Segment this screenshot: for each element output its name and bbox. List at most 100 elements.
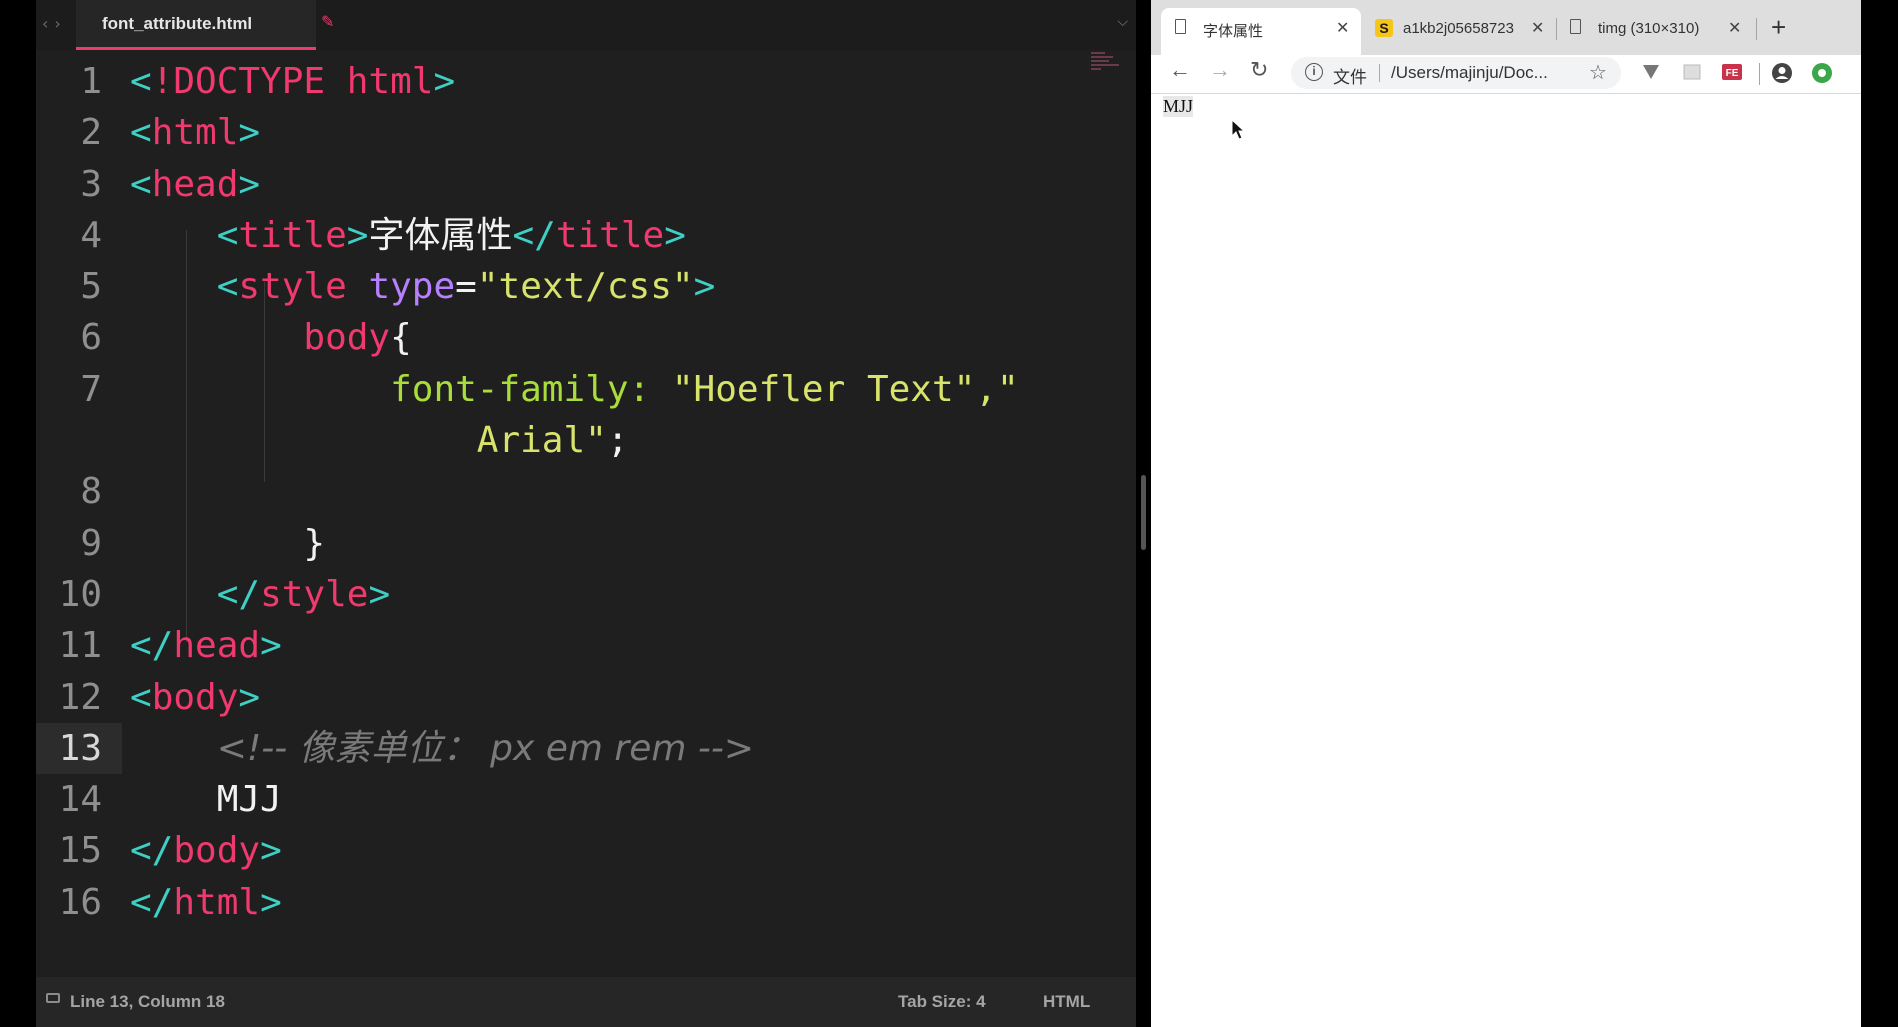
token-html: html xyxy=(151,112,239,154)
editor-tab-font-attribute[interactable]: font_attribute.html ✎ xyxy=(76,0,334,50)
info-icon[interactable]: i xyxy=(1305,63,1323,81)
extension-green-icon[interactable] xyxy=(1811,62,1833,84)
token-font-family-prop: font-family: xyxy=(390,368,651,410)
line-number: 14 xyxy=(58,779,102,821)
tab-nav-arrows-icon[interactable]: ‹› xyxy=(42,14,67,33)
token-title: title xyxy=(555,214,665,256)
code-line: 10 </style> xyxy=(36,569,1116,620)
code-line: 4 <title>字体属性</title> xyxy=(36,210,1116,261)
forward-arrow-icon[interactable]: → xyxy=(1209,57,1231,83)
line-number: 8 xyxy=(80,471,102,513)
code-line-current: 13 <!-- 像素单位： px em rem --> xyxy=(36,722,1116,775)
page-viewport: MJJ xyxy=(1151,94,1861,1027)
code-line: 2 <html> xyxy=(36,107,1116,158)
code-line: 1 <!DOCTYPE html> xyxy=(36,56,1116,107)
browser-tab-label: 字体属性 xyxy=(1203,22,1264,40)
token-style: style xyxy=(260,573,369,615)
code-line: 14 MJJ xyxy=(36,774,1116,825)
token-content: MJJ xyxy=(216,779,282,821)
fe-helper-icon[interactable]: FE xyxy=(1721,62,1743,82)
code-line: 3 <head> xyxy=(36,159,1116,210)
code-line: 6 body{ xyxy=(36,312,1116,363)
browser-tab-label: timg (310×310) xyxy=(1598,20,1700,37)
syntax-selector[interactable]: HTML xyxy=(1043,992,1090,1012)
address-bar[interactable]: i 文件 /Users/majinju/Doc... ☆ xyxy=(1291,57,1621,89)
mouse-cursor-icon xyxy=(1231,119,1246,140)
back-arrow-icon[interactable]: ← xyxy=(1169,57,1191,83)
page-body-text: MJJ xyxy=(1163,96,1194,117)
page-icon xyxy=(1175,19,1186,34)
token-title-text: 字体属性 xyxy=(368,214,513,256)
code-line: Arial"; xyxy=(476,420,629,462)
line-number: 4 xyxy=(80,214,102,256)
profile-avatar-icon[interactable] xyxy=(1771,62,1793,84)
line-number: 10 xyxy=(58,573,102,615)
code-area[interactable]: 1 <!DOCTYPE html> 2 <html> 3 <head> 4 <t… xyxy=(36,56,1116,928)
vue-devtools-icon[interactable] xyxy=(1641,62,1661,82)
line-number: 1 xyxy=(80,61,102,102)
code-line: 7 font-family: "Hoefler Text"," xyxy=(36,364,1116,415)
page-icon xyxy=(1570,19,1581,34)
svg-text:FE: FE xyxy=(1726,68,1739,79)
browser-tab[interactable]: S a1kb2j05658723 ✕ xyxy=(1361,8,1556,55)
status-bar: Line 13, Column 18 Tab Size: 4 HTML xyxy=(36,977,1136,1027)
line-number: 5 xyxy=(80,266,102,308)
modified-pencil-icon: ✎ xyxy=(321,12,335,31)
omnibox-divider xyxy=(1379,64,1380,82)
close-icon[interactable]: ✕ xyxy=(1531,18,1544,38)
token-style: style xyxy=(238,266,347,308)
token-head: head xyxy=(151,163,239,205)
code-line: 9 } xyxy=(36,518,1116,569)
close-icon[interactable]: ✕ xyxy=(1336,18,1349,38)
browser-tab[interactable]: timg (310×310) ✕ xyxy=(1556,8,1756,55)
line-number: 9 xyxy=(80,522,102,564)
editor-tab-bar: ‹› font_attribute.html ✎ ⌵ xyxy=(36,0,1136,50)
token-comment: <!-- 像素单位： px em rem --> xyxy=(216,727,755,769)
panel-toggle-icon[interactable] xyxy=(46,993,60,1003)
token-body: body xyxy=(151,676,239,718)
line-number: 11 xyxy=(58,625,102,667)
code-editor[interactable]: ‹› font_attribute.html ✎ ⌵ 1 <!DOCTYPE h… xyxy=(36,0,1136,1027)
code-line: 8 xyxy=(36,466,1116,517)
editor-tab-title: font_attribute.html xyxy=(102,14,253,33)
token-font-value-1: "Hoefler Text"," xyxy=(671,368,1019,410)
tab-dropdown-chevron-down-icon[interactable]: ⌵ xyxy=(1117,14,1128,30)
cursor-position[interactable]: Line 13, Column 18 xyxy=(70,992,225,1012)
code-line: 11 </head> xyxy=(36,620,1116,671)
token-title: title xyxy=(238,214,347,256)
reload-icon[interactable]: ↻ xyxy=(1250,57,1268,83)
code-line: 16 </html> xyxy=(36,877,1116,928)
extension-grid-icon[interactable] xyxy=(1682,62,1702,82)
token-head: head xyxy=(173,625,261,667)
token-doctype: !DOCTYPE xyxy=(151,61,326,102)
browser-toolbar: ← → ↻ i 文件 /Users/majinju/Doc... ☆ FE xyxy=(1151,55,1861,94)
token-html: html xyxy=(346,61,434,102)
line-number: 6 xyxy=(80,317,102,359)
token-body-selector: body xyxy=(303,317,391,359)
token-body: body xyxy=(173,830,261,872)
line-number: 3 xyxy=(80,163,102,205)
split-divider-handle[interactable] xyxy=(1141,475,1146,550)
browser-tab-label: a1kb2j05658723 xyxy=(1403,20,1514,37)
line-number: 7 xyxy=(80,368,102,410)
new-tab-plus-icon[interactable]: + xyxy=(1771,12,1786,43)
line-number: 16 xyxy=(58,881,102,923)
line-number: 15 xyxy=(58,830,102,872)
code-line: 15 </body> xyxy=(36,825,1116,876)
tab-size-selector[interactable]: Tab Size: 4 xyxy=(898,992,986,1012)
browser-tab-active[interactable]: 字体属性 ✕ xyxy=(1161,8,1361,55)
sublime-icon: S xyxy=(1375,19,1393,37)
token-type-value: "text/css" xyxy=(476,266,694,308)
bookmark-star-icon[interactable]: ☆ xyxy=(1589,60,1607,85)
line-number: 13 xyxy=(58,727,102,769)
file-scheme-label: 文件 xyxy=(1333,68,1367,88)
browser-tab-strip: 字体属性 ✕ S a1kb2j05658723 ✕ timg (310×310)… xyxy=(1151,0,1861,55)
close-icon[interactable]: ✕ xyxy=(1728,18,1741,38)
url-text[interactable]: /Users/majinju/Doc... xyxy=(1391,63,1548,83)
tab-separator xyxy=(1756,18,1757,40)
line-number: 12 xyxy=(58,676,102,718)
code-line: 12 <body> xyxy=(36,672,1116,723)
token-font-value-2: Arial" xyxy=(476,420,607,462)
browser-window: 字体属性 ✕ S a1kb2j05658723 ✕ timg (310×310)… xyxy=(1151,0,1861,1027)
toolbar-separator xyxy=(1759,63,1760,85)
